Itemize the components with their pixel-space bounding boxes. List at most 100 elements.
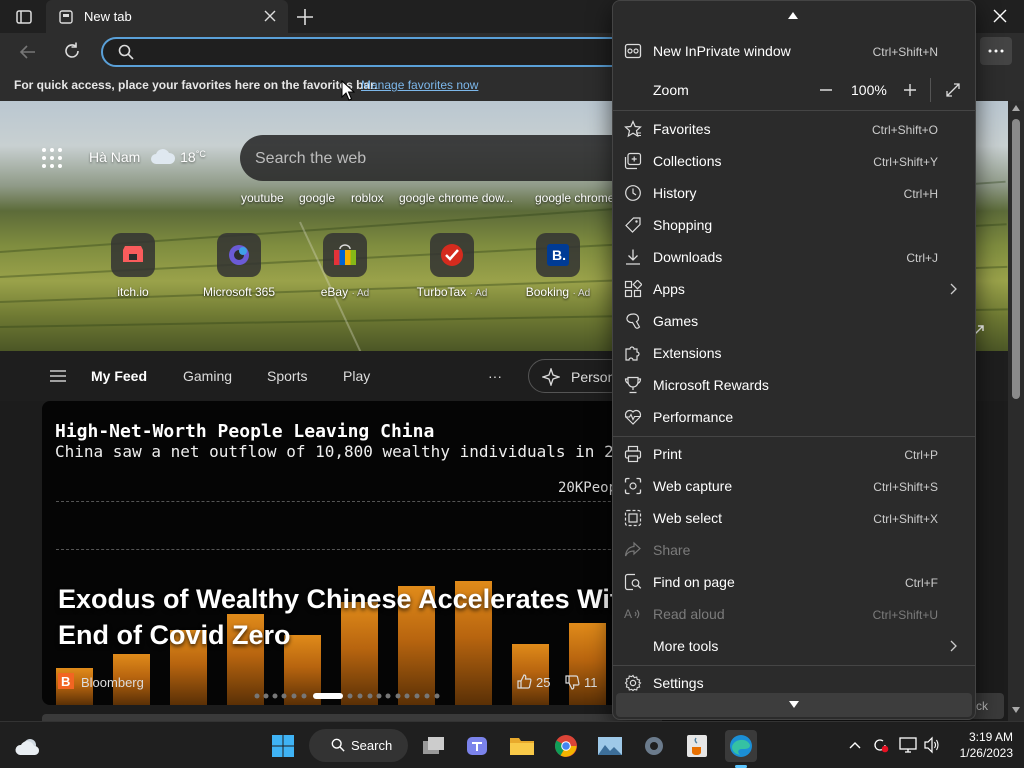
quick-link-turbotax[interactable]: TurboTax · Ad	[404, 233, 500, 299]
feed-tab-my-feed[interactable]: My Feed	[91, 368, 147, 384]
menu-shortcut: Ctrl+F	[905, 576, 938, 590]
itch-icon	[111, 233, 155, 277]
zoom-out-icon[interactable]	[819, 83, 833, 97]
hamburger-icon[interactable]	[50, 370, 66, 382]
menu-item-history[interactable]: History Ctrl+H	[613, 177, 975, 209]
chart-bar	[569, 623, 606, 705]
java-cup-icon	[687, 735, 707, 757]
menu-item-label: Shopping	[653, 217, 713, 233]
start-button[interactable]	[267, 730, 299, 762]
quick-link-label: eBay	[320, 285, 349, 299]
menu-shortcut: Ctrl+Shift+X	[873, 512, 938, 526]
suggestion-chip[interactable]: youtube	[241, 191, 284, 205]
puzzle-icon	[625, 346, 640, 361]
carousel-pagination[interactable]	[254, 692, 454, 700]
quick-link-booking[interactable]: B. Booking · Ad	[510, 233, 606, 299]
web-search-box[interactable]: Search the web	[240, 135, 660, 181]
chart-bar	[341, 602, 378, 705]
suggestion-chip[interactable]: google chrome	[535, 191, 614, 205]
close-icon	[993, 9, 1007, 23]
app-launcher-button[interactable]	[41, 147, 63, 169]
feed-tab-gaming[interactable]: Gaming	[183, 368, 232, 384]
back-button[interactable]	[18, 42, 38, 62]
menu-item-shopping[interactable]: Shopping	[613, 209, 975, 241]
window-close-button[interactable]	[992, 8, 1010, 26]
suggestion-chip[interactable]: google	[299, 191, 335, 205]
menu-item-performance[interactable]: Performance	[613, 401, 975, 433]
manage-favorites-link[interactable]: Manage favorites now	[361, 78, 478, 92]
tab-actions-button[interactable]	[14, 7, 34, 27]
select-icon	[624, 509, 642, 527]
photos-button[interactable]	[594, 730, 626, 762]
weather-widget[interactable]: Hà Nam 18°C	[89, 149, 206, 165]
tab-new-tab[interactable]: New tab	[46, 0, 288, 33]
chrome-icon	[555, 735, 577, 757]
menu-item-downloads[interactable]: Downloads Ctrl+J	[613, 241, 975, 273]
news-card[interactable]: High-Net-Worth People Leaving China Chin…	[42, 401, 662, 705]
menu-item-label: Games	[653, 313, 699, 329]
menu-item-extensions[interactable]: Extensions	[613, 337, 975, 369]
menu-shortcut: Ctrl+P	[904, 448, 938, 462]
full-screen-icon[interactable]	[945, 82, 961, 98]
feed-more-button[interactable]: ···	[488, 368, 502, 384]
new-tab-button[interactable]	[294, 6, 316, 28]
scroll-thumb[interactable]	[1012, 119, 1020, 399]
address-bar[interactable]	[101, 37, 641, 67]
page-scrollbar[interactable]	[1008, 101, 1024, 721]
settings-app-button[interactable]	[638, 730, 670, 762]
chevron-up-icon[interactable]	[849, 741, 861, 749]
inprivate-icon	[624, 43, 642, 59]
thumbs-down-icon[interactable]	[565, 675, 580, 690]
teams-chat-button[interactable]	[461, 730, 493, 762]
quick-link-ebay[interactable]: eBay · Ad	[297, 233, 393, 299]
system-clock[interactable]: 3:19 AM 1/26/2023	[951, 729, 1013, 761]
quick-link-itch[interactable]: itch.io	[85, 233, 181, 299]
menu-item-label: Web capture	[653, 478, 733, 494]
printer-icon	[624, 445, 642, 463]
menu-item-print[interactable]: Print Ctrl+P	[613, 438, 975, 470]
zoom-in-icon[interactable]	[903, 83, 917, 97]
menu-item-label: Settings	[653, 675, 704, 691]
volume-icon[interactable]	[923, 736, 941, 754]
feed-tab-sports[interactable]: Sports	[267, 368, 307, 384]
menu-item-web-select[interactable]: Web select Ctrl+Shift+X	[613, 502, 975, 534]
chrome-button[interactable]	[550, 730, 582, 762]
quick-link-microsoft-365[interactable]: Microsoft 365	[191, 233, 287, 299]
scroll-menu-up-icon[interactable]	[788, 11, 798, 19]
source-name[interactable]: Bloomberg	[81, 675, 144, 690]
menu-item-find-on-page[interactable]: Find on page Ctrl+F	[613, 566, 975, 598]
menu-item-more-tools[interactable]: More tools	[613, 630, 975, 662]
scroll-menu-down-button[interactable]	[616, 693, 972, 717]
menu-item-web-capture[interactable]: Web capture Ctrl+Shift+S	[613, 470, 975, 502]
scroll-up-icon[interactable]	[1012, 105, 1020, 111]
suggestion-chip[interactable]: google chrome dow...	[399, 191, 513, 205]
collections-icon	[624, 152, 642, 170]
task-view-button[interactable]	[418, 730, 450, 762]
scroll-down-icon[interactable]	[1012, 707, 1020, 713]
thumbs-up-icon[interactable]	[517, 674, 532, 689]
article-title-line-2: End of Covid Zero	[58, 620, 291, 650]
network-icon[interactable]	[899, 736, 917, 754]
menu-item-apps[interactable]: Apps	[613, 273, 975, 305]
menu-item-new-inprivate[interactable]: New InPrivate window Ctrl+Shift+N	[613, 35, 975, 67]
menu-item-microsoft-rewards[interactable]: Microsoft Rewards	[613, 369, 975, 401]
search-icon	[118, 44, 134, 60]
quick-link-label: TurboTax	[416, 285, 467, 299]
refresh-icon	[65, 42, 79, 58]
clock-time: 3:19 AM	[968, 730, 1013, 744]
taskbar-search-label: Search	[351, 738, 393, 753]
feed-tab-play[interactable]: Play	[343, 368, 370, 384]
sync-alert-icon[interactable]	[871, 736, 889, 754]
menu-item-games[interactable]: Games	[613, 305, 975, 337]
widgets-button[interactable]	[12, 730, 44, 762]
close-tab-icon[interactable]	[264, 10, 276, 22]
file-explorer-button[interactable]	[506, 730, 538, 762]
java-app-button[interactable]	[681, 730, 713, 762]
settings-and-more-button[interactable]	[980, 37, 1012, 65]
menu-item-favorites[interactable]: Favorites Ctrl+Shift+O	[613, 113, 975, 145]
suggestion-chip[interactable]: roblox	[351, 191, 384, 205]
edge-button[interactable]	[725, 730, 757, 762]
menu-item-collections[interactable]: Collections Ctrl+Shift+Y	[613, 145, 975, 177]
taskbar-search[interactable]: Search	[309, 729, 408, 762]
refresh-button[interactable]	[62, 41, 82, 61]
